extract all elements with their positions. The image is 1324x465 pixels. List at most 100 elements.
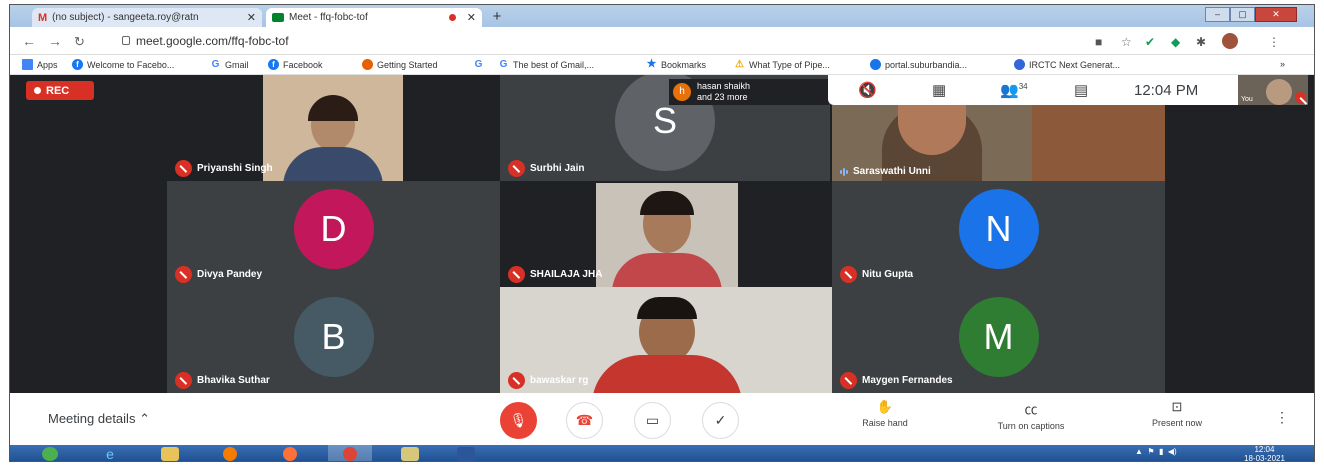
flag-icon[interactable]: ⚑ (1147, 447, 1154, 456)
more-actions-button[interactable]: ✓ (702, 402, 739, 439)
bookmark-item[interactable]: G The best of Gmail,... (498, 59, 594, 70)
layout-grid-icon[interactable]: ▦ (932, 81, 946, 99)
window-controls: – ▢ ✕ (1205, 7, 1297, 22)
bookmark-label: IRCTC Next Generat... (1029, 59, 1121, 70)
windows-start-icon (42, 447, 58, 461)
participant-tile[interactable]: Saraswathi Unni (832, 105, 1165, 181)
url-field[interactable]: meet.google.com/ffq-fobc-tof (136, 34, 289, 48)
windows-taskbar: e ▲ ⚑ ▮ ◀) 12:04 18-03-2021 (10, 445, 1314, 461)
taskbar-clock[interactable]: 12:04 18-03-2021 (1244, 445, 1285, 461)
taskbar-firefox[interactable] (268, 445, 312, 461)
meeting-details-button[interactable]: Meeting details ⌃ (48, 411, 150, 427)
bookmark-item[interactable]: Getting Started (362, 59, 438, 70)
person-body (283, 147, 383, 181)
present-now-button[interactable]: ⊡ Present now (1122, 399, 1232, 428)
participant-tile[interactable]: N Nitu Gupta (832, 181, 1165, 287)
self-view-tile[interactable]: You (1238, 75, 1308, 105)
participant-tile[interactable]: M Maygen Fernandes (832, 287, 1165, 393)
extension-icon[interactable]: ◆ (1171, 35, 1180, 49)
participant-name: Nitu Gupta (840, 266, 913, 283)
recording-badge: REC (26, 81, 94, 100)
bookmark-apps[interactable]: Apps (22, 59, 58, 70)
participant-tile[interactable]: Priyanshi Singh (167, 75, 500, 181)
profile-avatar[interactable] (1222, 33, 1238, 49)
person-hair (308, 95, 358, 121)
mic-off-icon (175, 160, 192, 177)
new-tab-button[interactable]: + (486, 8, 508, 26)
bookmark-label: Bookmarks (661, 59, 707, 70)
bookmark-item[interactable]: portal.suburbandia... (870, 59, 967, 70)
taskbar-media[interactable] (208, 445, 252, 461)
meet-top-toolbar: 🔇 ▦ 👥34 ▤ 12:04 PM (828, 75, 1238, 105)
participant-tile[interactable]: D Divya Pandey (167, 181, 500, 287)
people-icon[interactable]: 👥34 (1000, 81, 1028, 99)
overflow-icon: » (1280, 59, 1286, 69)
word-icon (457, 447, 475, 461)
bookmark-item[interactable]: f Facebook (268, 59, 323, 70)
participant-tile[interactable]: bawaskar rg (500, 287, 833, 393)
more-options-icon[interactable]: ⋮ (1275, 409, 1289, 426)
mic-off-icon: 🎙 (509, 412, 528, 428)
maximize-icon[interactable]: ▢ (1230, 7, 1255, 22)
bookmark-item[interactable]: ★ Bookmarks (646, 59, 706, 70)
joiner-avatar: h (673, 83, 691, 101)
avatar: N (958, 189, 1039, 269)
mic-toggle-button[interactable]: 🎙 (500, 402, 537, 439)
video-feed (263, 75, 403, 181)
bookmark-label: Gmail (225, 59, 249, 70)
recording-dot-icon (448, 14, 456, 21)
menu-kebab-icon[interactable]: ⋮ (1268, 35, 1280, 49)
leave-call-button[interactable]: ☎ (566, 402, 603, 439)
tab-gmail[interactable]: M (no subject) - sangeeta.roy@ratn ✕ (32, 8, 262, 27)
raise-hand-button[interactable]: ✋ Raise hand (830, 399, 940, 428)
participant-tile[interactable]: SHAILAJA JHA (500, 181, 833, 287)
taskbar-folder[interactable] (388, 445, 432, 461)
mic-off-icon (508, 372, 525, 389)
bookmark-item[interactable]: ⚠ What Type of Pipe... (734, 59, 830, 70)
browser-tab-bar: M (no subject) - sangeeta.roy@ratn ✕ Mee… (10, 5, 1314, 27)
bookmarks-bar: Apps f Welcome to Facebo... G Gmail f Faceb… (10, 55, 1314, 75)
camera-toggle-button[interactable]: ▭ (634, 402, 671, 439)
taskbar-word[interactable] (444, 445, 488, 461)
minimize-icon[interactable]: – (1205, 7, 1230, 22)
name-label: Surbhi Jain (530, 163, 585, 174)
mic-off-icon (508, 266, 525, 283)
taskbar-ie[interactable]: e (88, 445, 132, 461)
join-text: hasan shaikh and 23 more (697, 81, 750, 103)
close-tab-icon[interactable]: ✕ (467, 11, 476, 24)
self-label: You (1241, 96, 1253, 103)
network-icon[interactable]: ▮ (1159, 447, 1163, 456)
participant-count: 34 (1018, 82, 1028, 91)
taskbar-chrome[interactable] (328, 445, 372, 461)
check-extension-icon[interactable]: ✔ (1145, 35, 1155, 49)
forward-icon[interactable]: → (48, 33, 62, 49)
camera-indicator-icon[interactable]: ■ (1095, 35, 1102, 49)
screen: M (no subject) - sangeeta.roy@ratn ✕ Mee… (9, 4, 1315, 462)
taskbar-explorer[interactable] (148, 445, 192, 461)
puzzle-icon[interactable]: ✱ (1196, 35, 1206, 49)
close-window-icon[interactable]: ✕ (1255, 7, 1297, 22)
bookmark-item[interactable]: IRCTC Next Generat... (1014, 59, 1120, 70)
captions-button[interactable]: ㏄ Turn on captions (976, 399, 1086, 431)
name-label: Bhavika Suthar (197, 375, 270, 386)
reload-icon[interactable]: ↻ (74, 34, 85, 50)
bookmarks-overflow-button[interactable]: » (1280, 59, 1285, 69)
bookmark-label: Apps (37, 59, 58, 70)
bookmark-item[interactable]: G Gmail (210, 59, 249, 70)
raise-hand-label: Raise hand (862, 418, 908, 428)
participant-tile[interactable]: B Bhavika Suthar (167, 287, 500, 393)
bookmark-item[interactable]: f Welcome to Facebo... (72, 59, 174, 70)
tab-meet[interactable]: Meet - ffq-fobc-tof ✕ (266, 8, 482, 27)
bookmark-item[interactable]: G (473, 59, 484, 70)
folder-icon (401, 447, 419, 461)
bookshelf-background (1032, 105, 1165, 181)
mute-all-icon[interactable]: 🔇 (858, 81, 877, 99)
mic-off-icon (175, 266, 192, 283)
volume-icon[interactable]: ◀) (1168, 447, 1177, 456)
start-button[interactable] (28, 445, 72, 461)
back-icon[interactable]: ← (22, 33, 36, 49)
tray-arrow-icon[interactable]: ▲ (1135, 447, 1143, 456)
close-tab-icon[interactable]: ✕ (247, 11, 256, 24)
bookmark-star-icon[interactable]: ☆ (1121, 35, 1132, 49)
chat-icon[interactable]: ▤ (1074, 81, 1088, 99)
